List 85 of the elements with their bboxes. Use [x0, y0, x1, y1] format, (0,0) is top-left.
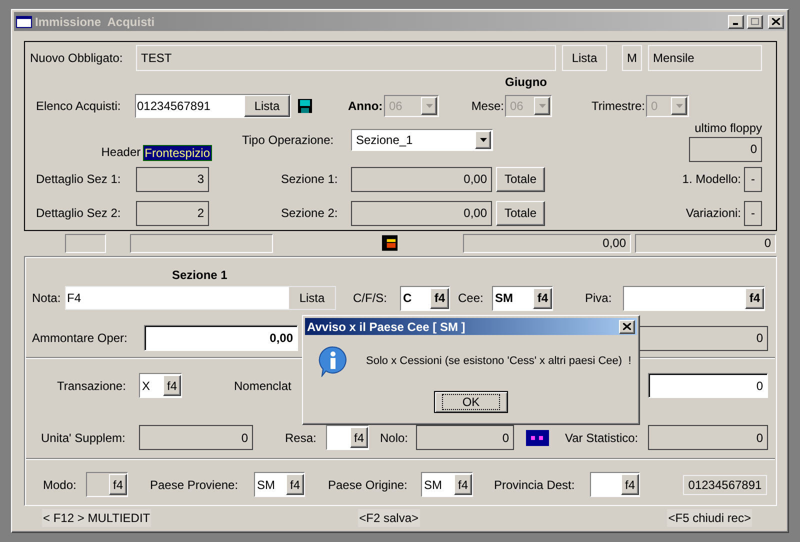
field-label: Transazione:: [57, 378, 127, 394]
field-label: Paese Proviene:: [150, 478, 238, 492]
dialog-message: Solo x Cessioni (se esistono 'Cess' x altri paesi Cee) !: [366, 354, 632, 369]
lookup-field[interactable]: SM f4: [254, 472, 305, 497]
field-label: Var Statistico:: [565, 430, 638, 444]
close-button[interactable]: [768, 14, 784, 28]
ok-button[interactable]: OK: [434, 391, 508, 413]
field-label: Trimestre:: [591, 98, 645, 113]
lookup-field[interactable]: f4: [623, 286, 765, 310]
lookup-field[interactable]: SM f4: [492, 286, 553, 310]
maximize-icon: [751, 18, 759, 25]
ultimo-floppy-field: 0: [689, 136, 762, 162]
field-label: Dettaglio Sez 2:: [36, 205, 122, 222]
var-statistico-field: 0: [648, 425, 768, 450]
field-label: 1. Modello:: [682, 172, 741, 186]
field-label: Cee:: [458, 291, 484, 305]
period-field: Mensile: [648, 45, 762, 71]
maximize-button[interactable]: [747, 14, 763, 28]
field-label: Elenco Acquisti:: [36, 98, 122, 115]
shortcut-hint[interactable]: <F5 chiudi rec>: [667, 509, 752, 527]
field-label: Sezione 1:: [281, 172, 338, 186]
lookup-field[interactable]: f4: [326, 425, 369, 450]
count-field: 3: [136, 166, 209, 192]
field-label: Anno:: [348, 98, 383, 113]
field-label: C/F/S:: [353, 291, 388, 305]
nolo-field: 0: [416, 425, 514, 450]
field-label: Unita' Supplem:: [41, 430, 126, 446]
status-cell: [65, 234, 106, 252]
field-label: Tipo Operazione:: [242, 132, 335, 149]
month-label: Giugno: [505, 74, 547, 91]
transazione-side-field: 0: [648, 373, 768, 398]
elenco-ref-field: 01234567891: [683, 474, 767, 494]
info-icon: [317, 345, 349, 377]
lookup-field[interactable]: X f4: [139, 373, 182, 398]
obbligato-field: TEST: [136, 45, 556, 71]
flag-field: -: [744, 166, 762, 192]
field-label: Provincia Dest:: [494, 478, 575, 492]
field-label: Resa:: [285, 430, 316, 444]
lookup-field[interactable]: SM f4: [421, 472, 473, 497]
field-label: Ammontare Oper:: [32, 330, 128, 347]
format-icon[interactable]: [526, 430, 549, 446]
shortcut-hint[interactable]: < F12 > MULTIEDIT: [42, 509, 152, 527]
section-title: Sezione 1: [172, 267, 228, 284]
field-label: Nomenclat: [234, 378, 292, 392]
field-label: Nuovo Obbligato:: [30, 50, 124, 67]
lista-button[interactable]: Lista: [289, 287, 335, 309]
nota-field[interactable]: F4 Lista: [65, 286, 336, 310]
field-label: Modo:: [43, 476, 78, 494]
status-amount: 0,00: [463, 234, 631, 252]
status-count: 0: [635, 234, 776, 252]
lista-button[interactable]: Lista: [244, 94, 290, 117]
field-label: Paese Origine:: [328, 478, 408, 492]
minimize-button[interactable]: [728, 14, 744, 28]
status-icon: [382, 235, 398, 251]
dropdown[interactable]: Sezione_1: [351, 128, 493, 151]
field-label: Piva:: [585, 291, 612, 305]
close-icon: [772, 18, 780, 25]
unita-field: 0: [139, 425, 253, 450]
ultimo-floppy-label: ultimo floppy: [694, 120, 762, 137]
field-label: Variazioni:: [686, 206, 741, 220]
header-value: Frontespizio: [142, 144, 212, 161]
amount-field: 0,00: [351, 166, 492, 192]
amount-field: 0,00: [351, 200, 492, 226]
period-code-field: M: [622, 45, 642, 71]
field-label: Sezione 2:: [281, 206, 338, 220]
lookup-field[interactable]: C f4: [400, 286, 450, 310]
ammontare-field: 0,00: [144, 325, 298, 351]
window-title: Immissione Acquisti: [35, 14, 156, 30]
window-icon: [16, 16, 32, 28]
close-icon: [623, 323, 631, 330]
field-label: Mese:: [471, 98, 504, 113]
totale-button[interactable]: Totale: [496, 166, 545, 192]
lista-button[interactable]: Lista: [562, 45, 607, 71]
elenco-field[interactable]: 01234567891 Lista: [135, 94, 291, 118]
field-label: Nota:: [32, 290, 62, 307]
lookup-field[interactable]: f4: [590, 472, 640, 497]
totale-button[interactable]: Totale: [496, 200, 545, 226]
field-label: Header: [101, 144, 141, 161]
dialog-title: Avviso x il Paese Cee [ SM ]: [307, 318, 466, 336]
count-field: 2: [136, 200, 209, 226]
field-label: Dettaglio Sez 1:: [36, 171, 122, 188]
close-button[interactable]: [619, 320, 635, 334]
flag-field: -: [744, 200, 762, 226]
field-label: Nolo:: [380, 430, 408, 444]
shortcut-hint[interactable]: <F2 salva>: [358, 509, 420, 527]
